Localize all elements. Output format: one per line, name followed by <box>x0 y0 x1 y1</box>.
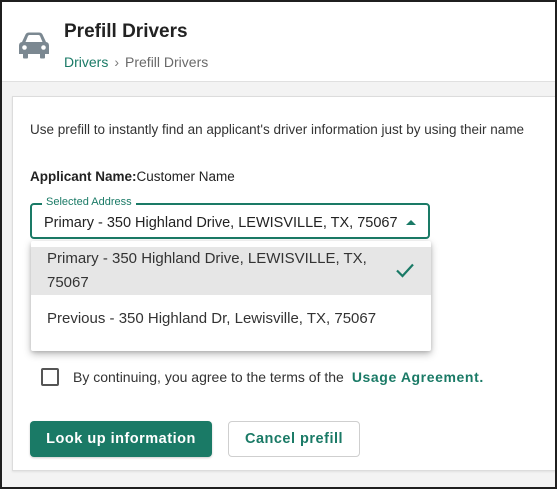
check-icon <box>396 263 414 278</box>
page-header: Prefill Drivers Drivers › Prefill Driver… <box>2 2 555 82</box>
chevron-right-icon: › <box>114 54 120 70</box>
app-frame: Prefill Drivers Drivers › Prefill Driver… <box>0 0 557 489</box>
look-up-information-button[interactable]: Look up information <box>30 421 212 457</box>
caret-up-icon <box>406 220 416 225</box>
breadcrumb-link-drivers[interactable]: Drivers <box>64 54 108 70</box>
cancel-prefill-button[interactable]: Cancel prefill <box>228 421 360 457</box>
applicant-name-value: Customer Name <box>136 169 235 184</box>
intro-text: Use prefill to instantly find an applica… <box>30 122 525 137</box>
address-dropdown: Primary - 350 Highland Drive, LEWISVILLE… <box>31 241 431 351</box>
agreement-row: By continuing, you agree to the terms of… <box>41 367 484 387</box>
prefill-card: Use prefill to instantly find an applica… <box>12 96 555 471</box>
applicant-name-label: Applicant Name: <box>30 169 137 184</box>
address-option-label: Previous - 350 Highland Dr, Lewisville, … <box>47 310 377 327</box>
address-option-label: Primary - 350 Highland Drive, LEWISVILLE… <box>47 250 367 291</box>
page-title: Prefill Drivers <box>64 21 188 42</box>
breadcrumb-current: Prefill Drivers <box>125 54 209 70</box>
car-icon <box>19 32 49 59</box>
address-select-value: Primary - 350 Highland Drive, LEWISVILLE… <box>44 215 398 231</box>
applicant-name: Applicant Name:Customer Name <box>30 169 235 184</box>
agreement-text: By continuing, you agree to the terms of… <box>73 369 344 385</box>
usage-agreement-link[interactable]: Usage Agreement. <box>352 369 484 385</box>
address-select[interactable]: Selected Address Primary - 350 Highland … <box>30 196 430 239</box>
address-option-primary[interactable]: Primary - 350 Highland Drive, LEWISVILLE… <box>31 247 431 295</box>
address-select-label: Selected Address <box>42 196 136 208</box>
address-option-previous[interactable]: Previous - 350 Highland Dr, Lewisville, … <box>31 303 431 335</box>
agreement-checkbox[interactable] <box>41 368 59 386</box>
breadcrumb: Drivers › Prefill Drivers <box>64 54 208 70</box>
